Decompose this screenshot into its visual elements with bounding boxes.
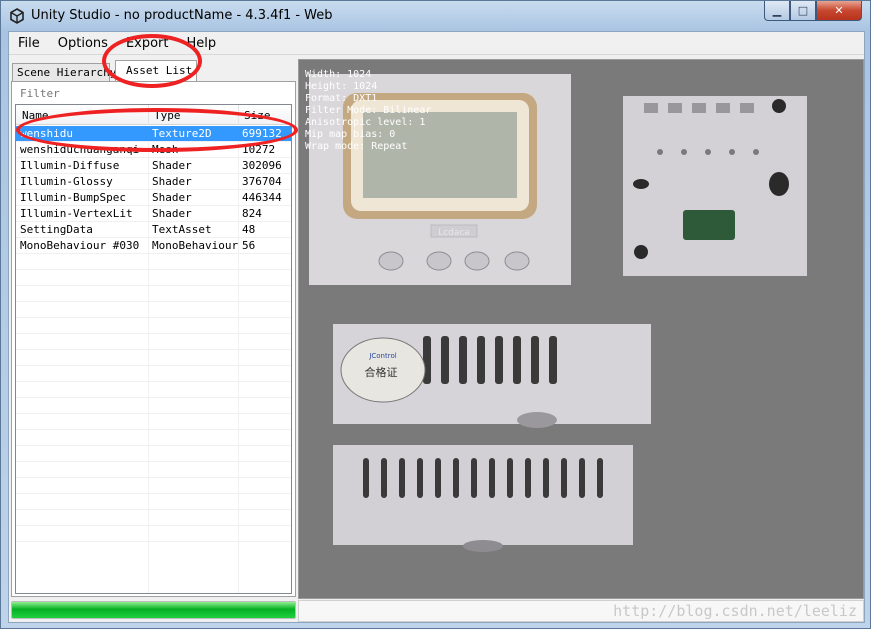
asset-size: 446344 xyxy=(242,191,282,204)
left-panel: Scene Hierarchy Asset List Name Type Siz… xyxy=(9,56,298,624)
maximize-button[interactable]: □ xyxy=(790,1,816,21)
empty-row xyxy=(16,254,291,270)
info-filter-mode: Filter Mode: Bilinear xyxy=(305,105,432,116)
window-controls: ▁ □ ✕ xyxy=(764,1,862,21)
menu-options[interactable]: Options xyxy=(49,32,117,55)
asset-size: 56 xyxy=(242,239,256,252)
menu-export[interactable]: Export xyxy=(117,32,178,55)
empty-row xyxy=(16,478,291,494)
app-window: Unity Studio - no productName - 4.3.4f1 … xyxy=(0,0,871,629)
table-row[interactable]: MonoBehaviour #030 MonoBehaviour 56 xyxy=(16,238,291,254)
empty-row xyxy=(16,286,291,302)
list-header: Name Type Size xyxy=(16,105,291,125)
column-header-name[interactable]: Name xyxy=(22,109,49,122)
empty-row xyxy=(16,302,291,318)
tab-strip: Scene Hierarchy Asset List xyxy=(11,60,296,82)
asset-name: Illumin-Glossy xyxy=(20,175,113,188)
device-side-top: 合格证 JControl xyxy=(333,324,651,428)
sticker-text: 合格证 xyxy=(365,365,398,379)
unity-logo-icon xyxy=(10,8,24,24)
tab-asset-list[interactable]: Asset List xyxy=(115,60,197,82)
asset-type: MonoBehaviour xyxy=(152,239,238,252)
texture-preview[interactable]: Width: 1024 Height: 1024 Format: DXT1 Fi… xyxy=(298,59,864,599)
title-bar[interactable]: Unity Studio - no productName - 4.3.4f1 … xyxy=(1,1,870,31)
asset-type: Shader xyxy=(152,191,192,204)
asset-type: Shader xyxy=(152,207,192,220)
info-wrap-mode: Wrap mode: Repeat xyxy=(305,141,408,152)
asset-type: Shader xyxy=(152,159,192,172)
info-width: Width: 1024 xyxy=(305,69,372,80)
asset-name: MonoBehaviour #030 xyxy=(20,239,140,252)
asset-name: SettingData xyxy=(20,223,93,236)
menu-file[interactable]: File xyxy=(9,32,49,55)
asset-type: Shader xyxy=(152,175,192,188)
asset-name: Illumin-VertexLit xyxy=(20,207,133,220)
progress-fill xyxy=(12,602,295,618)
empty-row xyxy=(16,382,291,398)
empty-row xyxy=(16,510,291,526)
empty-row xyxy=(16,430,291,446)
asset-name: wenshiduchuanganqi xyxy=(20,143,140,156)
asset-rows: wenshidu Texture2D 699132 wenshiduchuang… xyxy=(16,126,291,542)
empty-row xyxy=(16,526,291,542)
empty-row xyxy=(16,366,291,382)
table-row[interactable]: Illumin-BumpSpec Shader 446344 xyxy=(16,190,291,206)
watermark-text: http://blog.csdn.net/leeliz xyxy=(613,602,857,620)
table-row[interactable]: wenshidu Texture2D 699132 xyxy=(16,126,291,142)
minimize-button[interactable]: ▁ xyxy=(764,1,790,21)
column-divider[interactable] xyxy=(148,105,149,125)
device-label: Lcdaca xyxy=(438,228,470,238)
table-row[interactable]: Illumin-Diffuse Shader 302096 xyxy=(16,158,291,174)
menu-bar: File Options Export Help xyxy=(9,32,864,55)
empty-row xyxy=(16,350,291,366)
device-back xyxy=(623,96,807,276)
column-header-type[interactable]: Type xyxy=(154,109,181,122)
menu-help[interactable]: Help xyxy=(178,32,226,55)
status-bar: http://blog.csdn.net/leeliz xyxy=(298,600,864,622)
window-title: Unity Studio - no productName - 4.3.4f1 … xyxy=(31,8,333,23)
asset-size: 376704 xyxy=(242,175,282,188)
table-row[interactable]: wenshiduchuanganqi Mesh 10272 xyxy=(16,142,291,158)
close-button[interactable]: ✕ xyxy=(816,1,862,21)
asset-size: 824 xyxy=(242,207,262,220)
asset-name: Illumin-BumpSpec xyxy=(20,191,126,204)
info-anisotropic: Anisotropic level: 1 xyxy=(305,117,426,128)
client-area: File Options Export Help Scene Hierarchy… xyxy=(8,31,865,623)
empty-row xyxy=(16,398,291,414)
asset-size: 302096 xyxy=(242,159,282,172)
asset-list-page: Name Type Size wenshidu Texture2D 699132 xyxy=(11,81,296,597)
asset-name: wenshidu xyxy=(20,127,73,140)
progress-bar xyxy=(11,601,296,619)
asset-type: Mesh xyxy=(152,143,179,156)
column-header-size[interactable]: Size xyxy=(244,109,271,122)
table-row[interactable]: Illumin-VertexLit Shader 824 xyxy=(16,206,291,222)
asset-name: Illumin-Diffuse xyxy=(20,159,120,172)
texture-info: Width: 1024 Height: 1024 Format: DXT1 Fi… xyxy=(305,69,431,153)
asset-list-view[interactable]: Name Type Size wenshidu Texture2D 699132 xyxy=(15,104,292,594)
table-row[interactable]: SettingData TextAsset 48 xyxy=(16,222,291,238)
device-side-bottom xyxy=(333,445,633,552)
empty-row xyxy=(16,462,291,478)
empty-row xyxy=(16,414,291,430)
asset-type: Texture2D xyxy=(152,127,212,140)
empty-row xyxy=(16,334,291,350)
asset-type: TextAsset xyxy=(152,223,212,236)
asset-size: 48 xyxy=(242,223,256,236)
asset-size: 10272 xyxy=(242,143,276,156)
empty-row xyxy=(16,446,291,462)
info-format: Format: DXT1 xyxy=(305,93,378,104)
table-row[interactable]: Illumin-Glossy Shader 376704 xyxy=(16,174,291,190)
sticker-brand: JControl xyxy=(368,352,396,360)
info-height: Height: 1024 xyxy=(305,81,378,92)
column-divider[interactable] xyxy=(238,105,239,125)
info-mipmap-bias: Mip map bias: 0 xyxy=(305,129,396,140)
filter-input[interactable] xyxy=(15,84,292,102)
tab-scene-hierarchy[interactable]: Scene Hierarchy xyxy=(12,63,116,82)
empty-row xyxy=(16,318,291,334)
asset-size: 699132 xyxy=(242,127,282,140)
empty-row xyxy=(16,494,291,510)
empty-row xyxy=(16,270,291,286)
